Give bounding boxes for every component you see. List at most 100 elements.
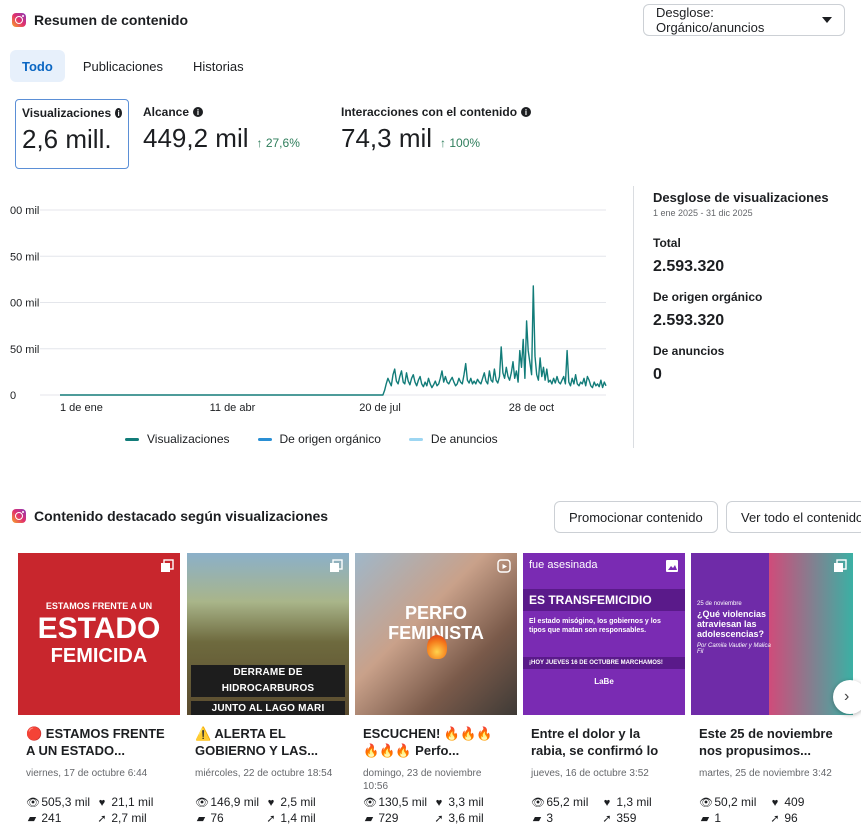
likes-stat: ♥ 3,3 mil [433,795,503,809]
carousel-icon [330,559,343,572]
comments-value: 729 [378,811,399,825]
views-stat: 👁 50,2 mil [699,795,769,809]
metric-visualizaciones-label: Visualizaciones [22,106,112,120]
legend-item-visualizaciones[interactable]: Visualizaciones [125,432,230,446]
promote-content-button[interactable]: Promocionar contenido [554,501,718,533]
comment-icon: ▰ [196,813,206,825]
overlay-line: LaBe [594,677,614,686]
card-title: Este 25 de noviembre nos propusimos... [699,726,833,758]
metric-visualizaciones[interactable]: Visualizaciones i 2,6 mill. [15,99,129,169]
heart-icon: ♥ [435,797,443,809]
card-thumbnail[interactable]: PERFO FEMINISTA [355,553,517,715]
tab-publicaciones[interactable]: Publicaciones [71,50,175,82]
metric-interacciones-label: Interacciones con el contenido [341,105,518,119]
content-card[interactable]: ESTAMOS FRENTE A UN ESTADO FEMICIDA 🔴 ES… [18,553,180,838]
fire-icon [427,635,447,659]
card-thumbnail[interactable]: 25 de noviembre ¿Qué violencias atravies… [691,553,853,715]
tab-historias[interactable]: Historias [181,50,256,82]
views-stat: 👁 505,3 mil [26,795,96,809]
shares-stat: ➚ 2,7 mil [96,811,166,825]
views-value: 50,2 mil [714,795,757,809]
featured-content-header: Contenido destacado según visualizacione… [12,508,328,524]
eye-icon: 👁 [531,797,545,809]
comments-stat: ▰ 729 [363,811,433,825]
shares-stat: ➚ 359 [601,811,671,825]
comments-stat: ▰ 241 [26,811,96,825]
views-chart: 0 50 mil 00 mil 50 mil 00 mil 1 de ene 11 de a… [0,180,620,460]
card-thumbnail[interactable]: ESTAMOS FRENTE A UN ESTADO FEMICIDA [18,553,180,715]
breakdown-date-range: 1 ene 2025 - 31 dic 2025 [653,208,753,218]
card-date: martes, 25 de noviembre 3:42 [699,768,832,779]
card-stats: 👁 505,3 mil ♥ 21,1 mil ▰ 241 ➚ 2,7 mil [18,795,180,825]
comments-value: 3 [546,811,554,825]
breakdown-total-value: 2.593.320 [653,258,725,275]
overlay-line: ESTADO [37,612,161,645]
heart-icon: ♥ [603,797,611,809]
likes-value: 409 [784,795,805,809]
info-icon[interactable]: i [521,107,532,117]
info-icon[interactable]: i [115,108,122,118]
legend-swatch [408,437,423,441]
overlay-line: JUNTO AL LAGO MARI MENUCO [191,701,345,715]
content-card[interactable]: 25 de noviembre ¿Qué violencias atravies… [691,553,853,838]
thumbnail-overlay-text: DERRAME DE HIDROCARBUROS JUNTO AL LAGO M… [187,665,349,715]
views-breakdown-panel: Desglose de visualizaciones 1 ene 2025 -… [653,190,853,384]
eye-icon: 👁 [26,797,40,809]
comments-stat: ▰ 3 [531,811,601,825]
carousel-next-button[interactable]: › [833,680,861,714]
shares-stat: ➚ 1,4 mil [265,811,335,825]
legend-swatch [257,437,272,441]
metric-visualizaciones-value: 2,6 mill. [22,124,112,154]
card-stats: 👁 146,9 mil ♥ 2,5 mil ▰ 76 ➚ 1,4 mil [187,795,349,825]
legend-item-anuncios[interactable]: De anuncios [408,432,498,446]
info-icon[interactable]: i [193,107,204,117]
card-stats: 👁 65,2 mil ♥ 1,3 mil ▰ 3 ➚ 359 [523,795,685,825]
legend-label-organico: De origen orgánico [279,432,381,446]
shares-stat: ➚ 3,6 mil [433,811,503,825]
x-tick-label: 1 de ene [60,402,103,414]
metric-interacciones[interactable]: Interacciones con el contenido i 74,3 mi… [341,105,532,154]
thumbnail-overlay-text: ESTAMOS FRENTE A UN ESTADO FEMICIDA [18,601,180,667]
heart-icon: ♥ [98,797,106,809]
content-card[interactable]: fue asesinada ES TRANSFEMICIDIO El estad… [523,553,685,838]
eye-icon: 👁 [195,797,209,809]
content-card[interactable]: PERFO FEMINISTA ESCUCHEN! 🔥🔥🔥 🔥🔥🔥 Perfo.… [355,553,517,838]
share-icon: ➚ [266,813,276,825]
legend-swatch [125,437,139,441]
heart-icon: ♥ [771,797,779,809]
views-stat: 👁 130,5 mil [363,795,433,809]
legend-label-anuncios: De anuncios [430,432,498,446]
x-tick-label: 28 de oct [509,402,554,414]
metric-alcance[interactable]: Alcance i 449,2 mil ↑ 27,6% [143,105,300,154]
share-icon: ➚ [602,813,612,825]
card-date: jueves, 16 de octubre 3:52 [531,768,649,779]
vertical-divider [633,186,634,448]
card-thumbnail[interactable]: fue asesinada ES TRANSFEMICIDIO El estad… [523,553,685,715]
carousel-icon [834,559,847,572]
card-title: Entre el dolor y la rabia, se confirmó l… [531,726,659,761]
likes-stat: ♥ 409 [769,795,839,809]
content-card[interactable]: DERRAME DE HIDROCARBUROS JUNTO AL LAGO M… [187,553,349,838]
card-thumbnail[interactable]: DERRAME DE HIDROCARBUROS JUNTO AL LAGO M… [187,553,349,715]
overlay-line: ¿Qué violencias atraviesan las adolescen… [697,609,767,639]
likes-stat: ♥ 1,3 mil [601,795,671,809]
metric-interacciones-change: ↑ 100% [440,136,481,150]
breakdown-dropdown[interactable]: Desglose: Orgánico/anuncios [643,4,845,36]
overlay-line: fue asesinada [529,559,598,571]
shares-value: 1,4 mil [280,811,316,825]
tab-todo[interactable]: Todo [10,50,65,82]
eye-icon: 👁 [363,797,377,809]
chevron-right-icon: › [844,688,850,705]
view-all-content-button[interactable]: Ver todo el contenido [726,501,861,533]
legend-item-organico[interactable]: De origen orgánico [257,432,381,446]
views-value: 505,3 mil [41,795,91,809]
card-title: ⚠️ ALERTA EL GOBIERNO Y LAS... [195,726,319,758]
overlay-line: ESTAMOS FRENTE A UN [45,601,153,611]
metric-label-wrap: Interacciones con el contenido i [341,105,532,119]
overlay-line: Por Camila Vautier y Malica Fil [697,643,771,655]
metric-alcance-change: ↑ 27,6% [256,136,300,150]
likes-value: 21,1 mil [111,795,154,809]
legend-label-visualizaciones: Visualizaciones [147,432,230,446]
shares-value: 96 [784,811,798,825]
x-tick-label: 11 de abr [210,402,256,414]
